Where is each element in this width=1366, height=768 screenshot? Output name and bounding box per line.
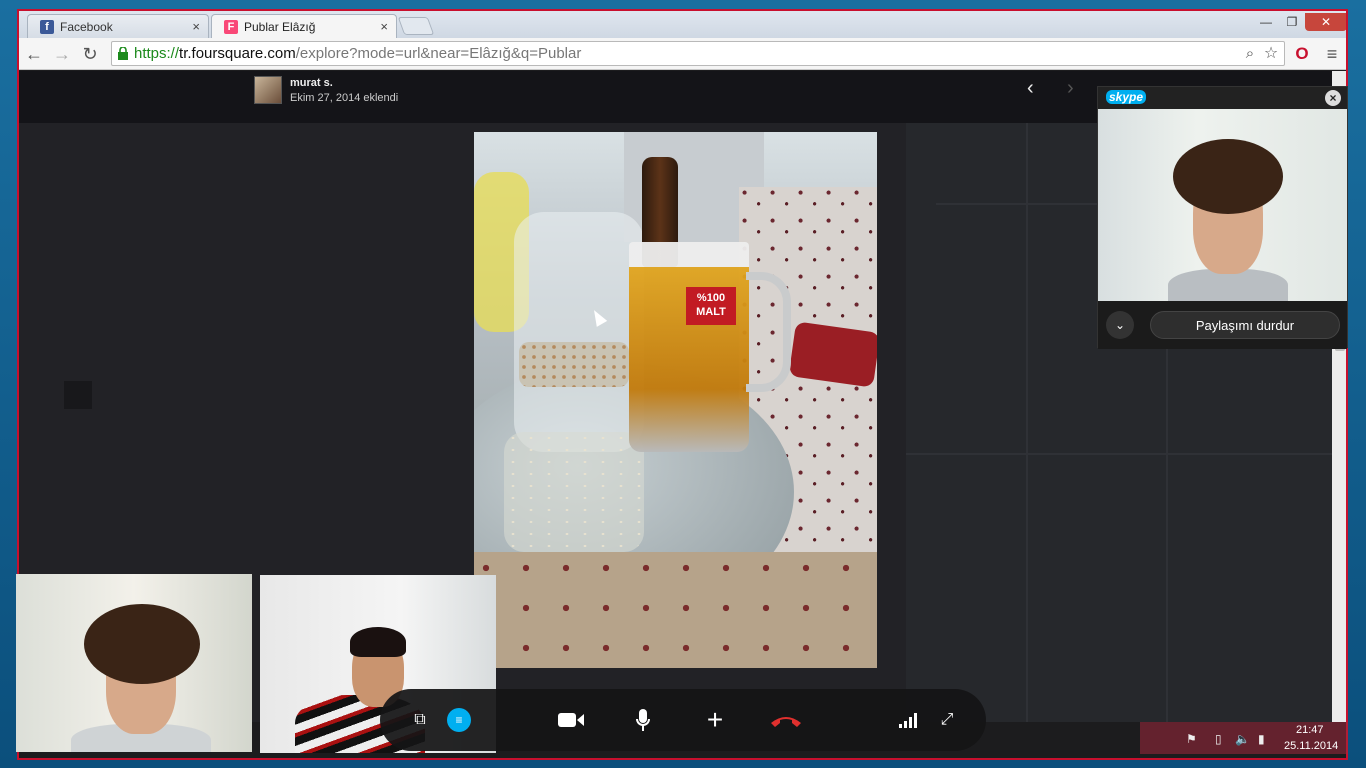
self-video-view	[16, 574, 252, 752]
network-icon[interactable]: ▮	[1258, 732, 1265, 746]
close-icon[interactable]: ×	[1325, 90, 1341, 106]
tab-publar[interactable]: F Publar Elâzığ ×	[211, 14, 397, 38]
share-screen-icon[interactable]: ⧉	[404, 704, 436, 736]
clock-time[interactable]: 21:47	[1296, 724, 1324, 736]
chevron-down-icon[interactable]: ⌄	[1106, 311, 1134, 339]
close-icon[interactable]: ×	[380, 19, 388, 34]
beer-label-line1: %100	[696, 292, 726, 304]
next-photo-button[interactable]: ›	[1067, 77, 1074, 100]
foursquare-icon: F	[224, 20, 238, 34]
video-camera-icon[interactable]	[555, 704, 587, 736]
menu-icon[interactable]: ≡	[1321, 43, 1343, 65]
tab-title: Facebook	[60, 20, 113, 34]
url-path: /explore?mode=url&near=Elâzığ&q=Publar	[295, 45, 582, 62]
call-control-bar: ⧉ ≡ + ⤢	[380, 689, 986, 751]
window-close-button[interactable]: ✕	[1305, 13, 1346, 31]
uploader-name[interactable]: murat s.	[290, 77, 333, 89]
upload-date: Ekim 27, 2014 eklendi	[290, 92, 399, 104]
opera-extension-icon[interactable]: O	[1291, 43, 1313, 65]
skype-video-feed	[1098, 109, 1347, 301]
url-scheme: https://	[134, 45, 180, 62]
skype-logo: skype	[1106, 90, 1147, 104]
skype-header: skype ×	[1098, 87, 1347, 109]
url-host: tr.foursquare.com	[179, 45, 296, 62]
forward-button[interactable]: →	[51, 43, 73, 65]
chat-icon[interactable]: ≡	[447, 708, 471, 732]
clock-date[interactable]: 25.11.2014	[1284, 740, 1338, 752]
skype-share-window: skype × ⌄ Paylaşımı durdur	[1097, 86, 1348, 349]
minimize-button[interactable]: —	[1253, 13, 1279, 31]
browser-toolbar: ← → ↻ https://tr.foursquare.com/explore?…	[19, 38, 1346, 70]
add-icon[interactable]: +	[699, 704, 731, 736]
lock-icon	[118, 47, 128, 60]
back-button[interactable]: ←	[23, 43, 45, 65]
bookmark-star-icon[interactable]: ☆	[1260, 43, 1282, 65]
search-icon[interactable]: ⌕	[1239, 43, 1261, 65]
microphone-icon[interactable]	[627, 704, 659, 736]
battery-icon[interactable]: ▯	[1215, 732, 1222, 746]
close-icon[interactable]: ×	[192, 19, 200, 34]
reload-button[interactable]: ↻	[79, 43, 101, 65]
skype-controls: ⌄ Paylaşımı durdur	[1098, 301, 1347, 349]
avatar[interactable]	[254, 76, 282, 104]
tab-strip: f Facebook × F Publar Elâzığ × — ❐ ✕	[19, 11, 1346, 38]
avatar	[64, 381, 92, 409]
address-bar[interactable]: https://tr.foursquare.com/explore?mode=u…	[111, 41, 1285, 66]
tab-title: Publar Elâzığ	[244, 20, 316, 34]
beer-label-line2: MALT	[696, 306, 726, 318]
fullscreen-exit-icon[interactable]: ⤢	[931, 704, 963, 736]
hang-up-icon[interactable]	[769, 704, 801, 736]
tab-facebook[interactable]: f Facebook ×	[27, 14, 209, 38]
new-tab-button[interactable]	[397, 17, 435, 35]
maximize-button[interactable]: ❐	[1279, 13, 1305, 31]
beer-label: %100 MALT	[686, 287, 736, 325]
flag-icon[interactable]: ⚑	[1186, 732, 1197, 746]
previous-photo-button[interactable]: ‹	[1027, 77, 1034, 100]
facebook-icon: f	[40, 20, 54, 34]
volume-icon[interactable]: 🔈	[1235, 732, 1250, 746]
signal-icon[interactable]	[892, 704, 924, 736]
stop-sharing-button[interactable]: Paylaşımı durdur	[1150, 311, 1340, 339]
venue-photo: %100 MALT	[474, 132, 877, 668]
